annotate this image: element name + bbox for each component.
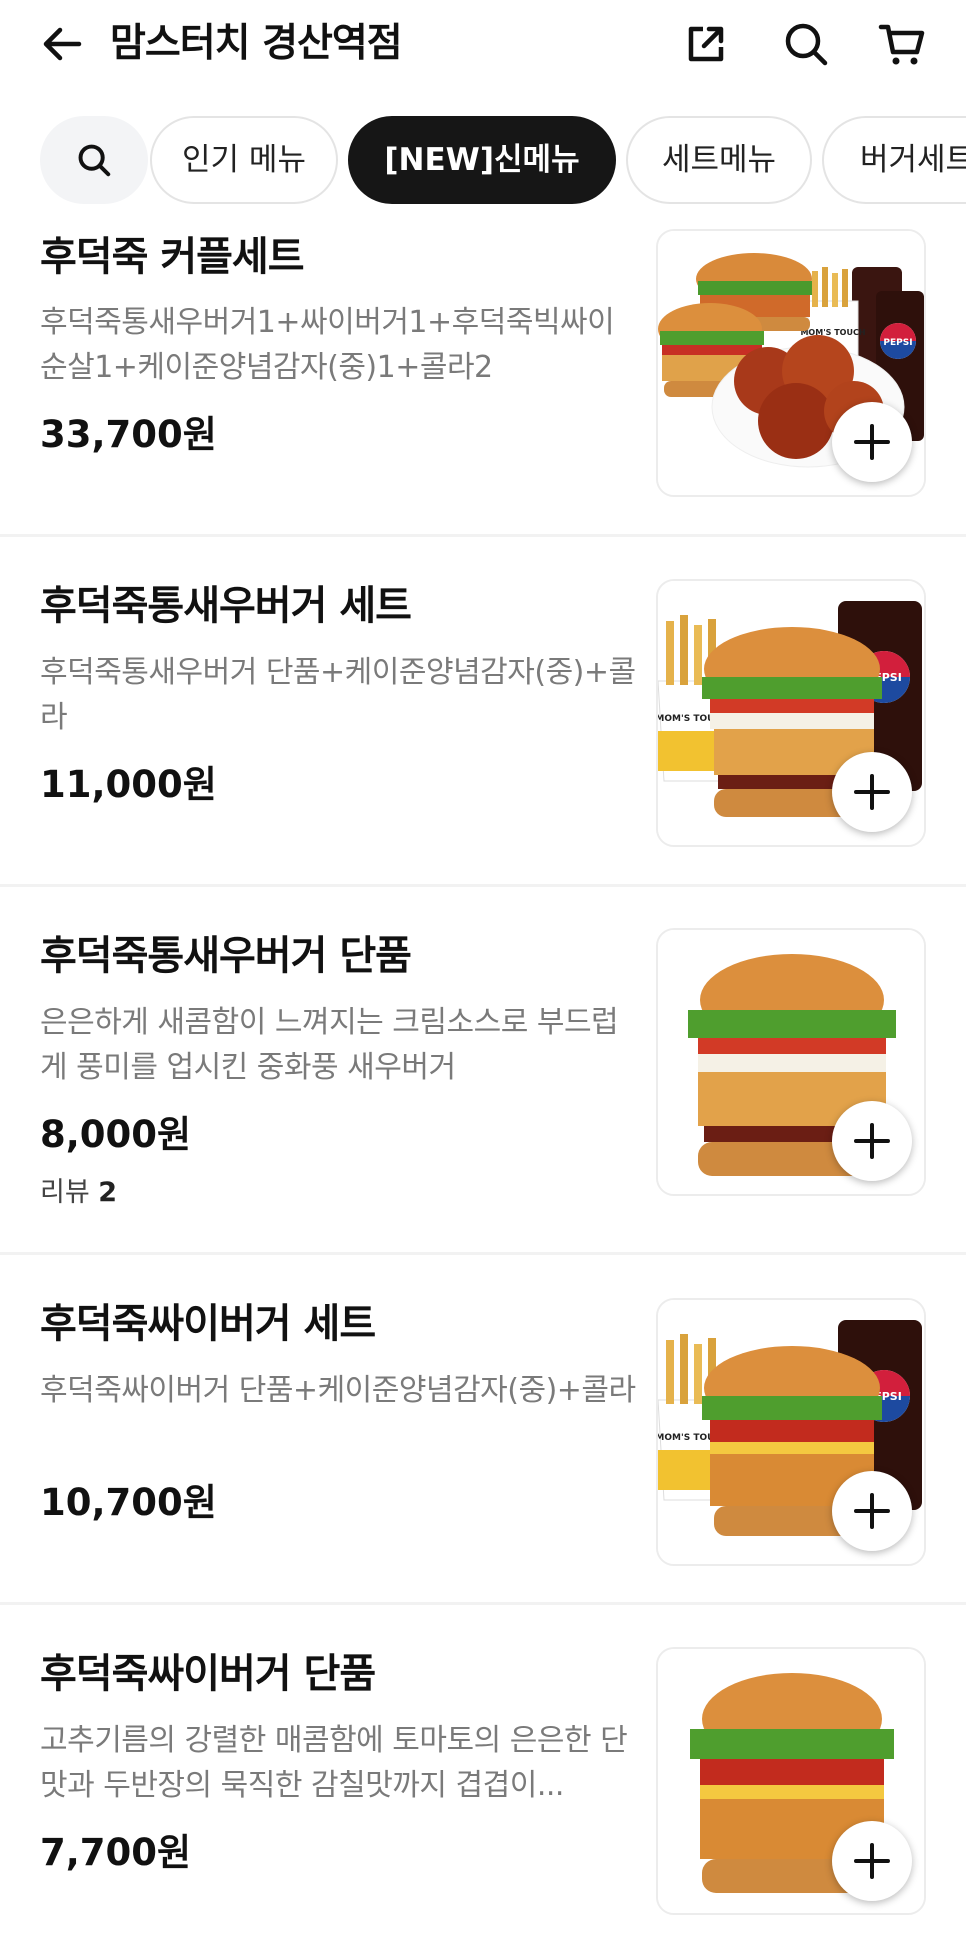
cart-button[interactable] bbox=[870, 12, 934, 76]
search-icon bbox=[785, 23, 828, 66]
add-to-cart-button[interactable] bbox=[832, 752, 912, 832]
add-to-cart-button[interactable] bbox=[832, 1821, 912, 1901]
brand-text: MOM'S TOUCH bbox=[800, 328, 865, 337]
menu-item-name: 후덕죽싸이버거 세트 bbox=[40, 1301, 376, 1347]
plus-icon bbox=[854, 1123, 890, 1159]
menu-item-description: 후덕죽통새우버거1+싸이버거1+후덕죽빅싸이순살1+케이준양념감자(중)1+콜라… bbox=[40, 305, 615, 385]
menu-item-description: 후덕죽통새우버거 단품+케이준양념감자(중)+콜라 bbox=[40, 655, 636, 735]
item-divider bbox=[0, 1252, 966, 1255]
plus-icon bbox=[854, 1493, 890, 1529]
menu-item-name: 후덕죽통새우버거 단품 bbox=[40, 933, 412, 979]
tab-set-menu[interactable]: 세트메뉴 bbox=[626, 116, 812, 204]
menu-item-description: 고추기름의 강렬한 매콤함에 토마토의 은은한 단맛과 두반장의 묵직한 감칠맛… bbox=[40, 1723, 628, 1803]
menu-item-price: 7,700원 bbox=[40, 1831, 192, 1874]
menu-item-description: 은은하게 새콤함이 느껴지는 크림소스로 부드럽게 풍미를 업시킨 중화풍 새우… bbox=[40, 1005, 619, 1085]
add-to-cart-button[interactable] bbox=[832, 1471, 912, 1551]
menu-item-price: 33,700원 bbox=[40, 413, 217, 456]
search-icon bbox=[78, 144, 111, 177]
share-button[interactable] bbox=[674, 12, 738, 76]
plus-icon bbox=[854, 1843, 890, 1879]
category-tabs: 인기 메뉴 [NEW]신메뉴 세트메뉴 버거세트 bbox=[0, 114, 966, 206]
item-divider bbox=[0, 534, 966, 537]
menu-item-price: 8,000원 bbox=[40, 1113, 192, 1156]
category-search-button[interactable] bbox=[40, 116, 148, 204]
menu-item-review: 리뷰 2 bbox=[40, 1175, 117, 1211]
tab-new-menu[interactable]: [NEW]신메뉴 bbox=[348, 116, 616, 204]
menu-item-price: 11,000원 bbox=[40, 763, 217, 806]
review-count: 2 bbox=[98, 1177, 118, 1208]
menu-item-name: 후덕죽싸이버거 단품 bbox=[40, 1651, 376, 1697]
back-button[interactable] bbox=[32, 14, 92, 74]
arrow-left-icon bbox=[43, 27, 82, 61]
tab-burger-set[interactable]: 버거세트 bbox=[822, 116, 966, 204]
add-to-cart-button[interactable] bbox=[832, 1101, 912, 1181]
cart-icon bbox=[878, 24, 925, 65]
menu-item-price: 10,700원 bbox=[40, 1481, 217, 1524]
menu-item-name: 후덕죽통새우버거 세트 bbox=[40, 583, 412, 629]
share-icon bbox=[688, 26, 724, 62]
review-label: 리뷰 bbox=[40, 1177, 90, 1208]
add-to-cart-button[interactable] bbox=[832, 402, 912, 482]
menu-page: 맘스터치 경산역점 인기 메뉴 [NEW]신메뉴 세트메뉴 버거세트 후덕죽 커… bbox=[0, 0, 966, 1956]
search-button[interactable] bbox=[774, 12, 838, 76]
menu-item-name: 후덕죽 커플세트 bbox=[40, 234, 305, 280]
plus-icon bbox=[854, 774, 890, 810]
item-divider bbox=[0, 884, 966, 887]
item-divider bbox=[0, 1602, 966, 1605]
menu-item-description: 후덕죽싸이버거 단품+케이준양념감자(중)+콜라 bbox=[40, 1373, 636, 1408]
tab-popular[interactable]: 인기 메뉴 bbox=[150, 116, 338, 204]
store-title: 맘스터치 경산역점 bbox=[110, 21, 403, 66]
top-app-bar: 맘스터치 경산역점 bbox=[0, 0, 966, 88]
drink-brand-text: PEPSI bbox=[883, 338, 912, 348]
plus-icon bbox=[854, 424, 890, 460]
